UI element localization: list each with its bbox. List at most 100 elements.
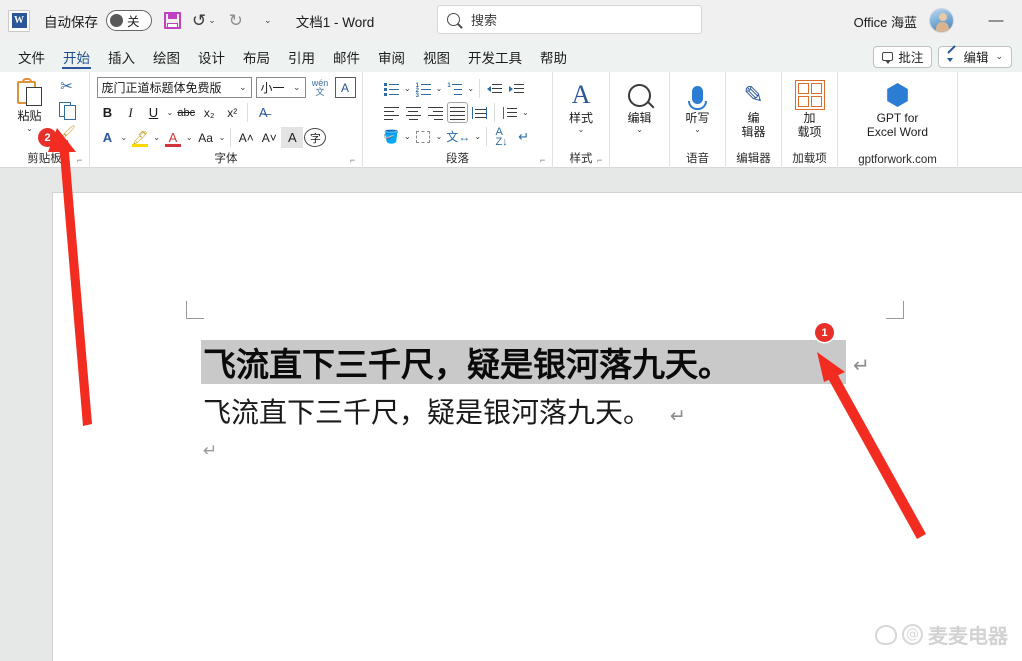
scissors-icon[interactable]: ✂ — [60, 79, 73, 94]
justify-icon[interactable] — [446, 102, 468, 123]
chevron-down-icon: ⌄ — [264, 15, 272, 25]
strikethrough-button[interactable]: abc — [175, 102, 197, 123]
character-border-icon[interactable]: A — [334, 77, 356, 98]
dictate-dropdown-icon[interactable]: ⌄ — [694, 126, 701, 134]
borders-icon[interactable] — [413, 126, 434, 147]
font-color-button[interactable]: A — [162, 127, 184, 148]
document-area[interactable]: 飞流直下三千尺，疑是银河落九天。 ↵ 飞流直下三千尺，疑是银河落九天。 ↵ ↵ … — [0, 168, 1022, 661]
show-paragraph-marks-icon[interactable]: ↵ — [513, 126, 534, 147]
shrink-font-button[interactable]: A˅ — [258, 127, 280, 148]
tab-draw[interactable]: 绘图 — [144, 41, 189, 72]
addins-button[interactable]: 加 载项 — [785, 75, 835, 139]
numbered-list-icon[interactable]: 123 — [413, 78, 434, 99]
borders-dropdown-icon[interactable]: ⌄ — [436, 132, 443, 141]
increase-indent-icon[interactable] — [506, 78, 527, 99]
tab-references[interactable]: 引用 — [279, 41, 324, 72]
sort-icon[interactable]: A Z↓ — [491, 126, 512, 147]
chinese-layout-dropdown-icon[interactable]: ⌄ — [474, 132, 481, 141]
styles-dropdown-icon[interactable]: ⌄ — [578, 126, 585, 134]
redo-button[interactable]: ↻ — [225, 7, 247, 35]
tab-help[interactable]: 帮助 — [531, 41, 576, 72]
numbering-dropdown-icon[interactable]: ⌄ — [436, 84, 443, 93]
multilevel-list-icon[interactable]: 1 — [444, 78, 465, 99]
document-line-2[interactable]: 飞流直下三千尺，疑是银河落九天。 ↵ — [203, 391, 686, 431]
copy-icon[interactable] — [58, 102, 76, 120]
gpt-button-label-l2: Excel Word — [866, 125, 929, 139]
paste-dropdown-icon[interactable]: ⌄ — [26, 125, 33, 133]
document-line-3[interactable]: ↵ — [203, 441, 217, 461]
tab-view[interactable]: 视图 — [414, 41, 459, 72]
undo-dropdown-icon[interactable]: ⌄ — [208, 15, 216, 26]
superscript-button[interactable]: x² — [221, 102, 243, 123]
qat-customize-button[interactable]: ⌄ — [256, 7, 278, 35]
multilevel-dropdown-icon[interactable]: ⌄ — [467, 84, 474, 93]
font-color-dropdown-icon[interactable]: ⌄ — [186, 133, 193, 142]
font-name-combo[interactable]: 庞门正道标题体免费版 ⌄ — [96, 77, 252, 98]
editing-dropdown-icon[interactable]: ⌄ — [636, 126, 643, 134]
chinese-layout-icon[interactable]: 文↔ — [444, 126, 472, 147]
shading-dropdown-icon[interactable]: ⌄ — [404, 132, 411, 141]
change-case-button[interactable]: Aa — [195, 127, 217, 148]
undo-button[interactable]: ↺ ⌄ — [192, 7, 216, 35]
chevron-down-icon[interactable]: ⌄ — [239, 82, 247, 93]
search-input[interactable]: 搜索 — [437, 5, 702, 34]
account-name[interactable]: Office 海蓝 — [854, 12, 917, 31]
editing-button[interactable]: 编辑 ⌄ — [615, 75, 665, 134]
dictate-button[interactable]: 听写 ⌄ — [673, 75, 723, 134]
bullet-list-icon[interactable] — [381, 78, 402, 99]
chevron-down-icon[interactable]: ⌄ — [293, 82, 301, 93]
document-line-1[interactable]: 飞流直下三千尺，疑是银河落九天。 — [203, 342, 731, 384]
tab-developer[interactable]: 开发工具 — [459, 41, 531, 72]
clear-formatting-icon[interactable]: A̶ — [252, 102, 274, 123]
avatar[interactable] — [929, 8, 954, 33]
change-case-dropdown-icon[interactable]: ⌄ — [219, 133, 226, 142]
gpt-button[interactable]: GPT for Excel Word — [843, 75, 953, 139]
enclose-character-button[interactable]: 字 — [304, 128, 327, 147]
minimize-button[interactable]: — — [988, 12, 1004, 29]
editor-button[interactable]: ✎ 编 辑器 — [729, 75, 779, 140]
comments-button[interactable]: 批注 — [873, 45, 933, 68]
clipboard-dialog-launcher[interactable]: ⌐ — [77, 156, 86, 165]
shading-icon[interactable]: 🪣 — [381, 126, 402, 147]
underline-dropdown-icon[interactable]: ⌄ — [167, 108, 174, 117]
tab-file[interactable]: 文件 — [9, 41, 54, 72]
italic-button[interactable]: I — [120, 102, 142, 123]
tab-mailings[interactable]: 邮件 — [324, 41, 369, 72]
tab-review[interactable]: 审阅 — [369, 41, 414, 72]
underline-button[interactable]: U — [143, 102, 165, 123]
highlight-button[interactable]: 🖊 — [129, 127, 151, 148]
character-shading-button[interactable]: A — [281, 127, 304, 148]
watermark: @ 麦麦电器 — [875, 620, 1008, 649]
bold-button[interactable]: B — [97, 102, 119, 123]
tab-design[interactable]: 设计 — [189, 41, 234, 72]
font-dialog-launcher[interactable]: ⌐ — [350, 156, 359, 165]
paragraph-dialog-launcher[interactable]: ⌐ — [540, 156, 549, 165]
font-size-combo[interactable]: 小一 ⌄ — [255, 77, 306, 98]
align-right-icon[interactable] — [425, 102, 446, 123]
bullets-dropdown-icon[interactable]: ⌄ — [404, 84, 411, 93]
decrease-indent-icon[interactable] — [484, 78, 505, 99]
distribute-icon[interactable] — [469, 102, 490, 123]
align-center-icon[interactable] — [403, 102, 424, 123]
phonetic-guide-icon[interactable]: wén 文 — [310, 77, 331, 98]
tab-insert[interactable]: 插入 — [99, 41, 144, 72]
save-button[interactable] — [161, 7, 183, 35]
paste-button[interactable]: 粘贴 ⌄ — [8, 75, 52, 133]
grow-font-button[interactable]: A˄ — [235, 127, 257, 148]
tab-layout[interactable]: 布局 — [234, 41, 279, 72]
subscript-button[interactable]: x₂ — [198, 102, 220, 123]
align-left-icon[interactable] — [381, 102, 402, 123]
format-painter-icon[interactable]: 🖌 — [57, 126, 76, 141]
document-page[interactable]: 飞流直下三千尺，疑是银河落九天。 ↵ 飞流直下三千尺，疑是银河落九天。 ↵ ↵ … — [53, 193, 1022, 661]
highlight-dropdown-icon[interactable]: ⌄ — [153, 133, 160, 142]
text-effects-dropdown-icon[interactable]: ⌄ — [121, 133, 128, 142]
document-title: 文档1 - Word — [295, 14, 375, 30]
styles-dialog-launcher[interactable]: ⌐ — [597, 156, 606, 165]
text-effects-button[interactable]: A — [97, 127, 119, 148]
autosave-toggle[interactable]: 关 — [106, 10, 152, 31]
line-spacing-dropdown-icon[interactable]: ⌄ — [522, 108, 529, 117]
editing-mode-button[interactable]: 编辑 ⌄ — [938, 45, 1012, 68]
line-spacing-icon[interactable] — [499, 102, 520, 123]
styles-button[interactable]: A 样式 ⌄ — [556, 75, 606, 134]
tab-home[interactable]: 开始 — [54, 41, 99, 72]
